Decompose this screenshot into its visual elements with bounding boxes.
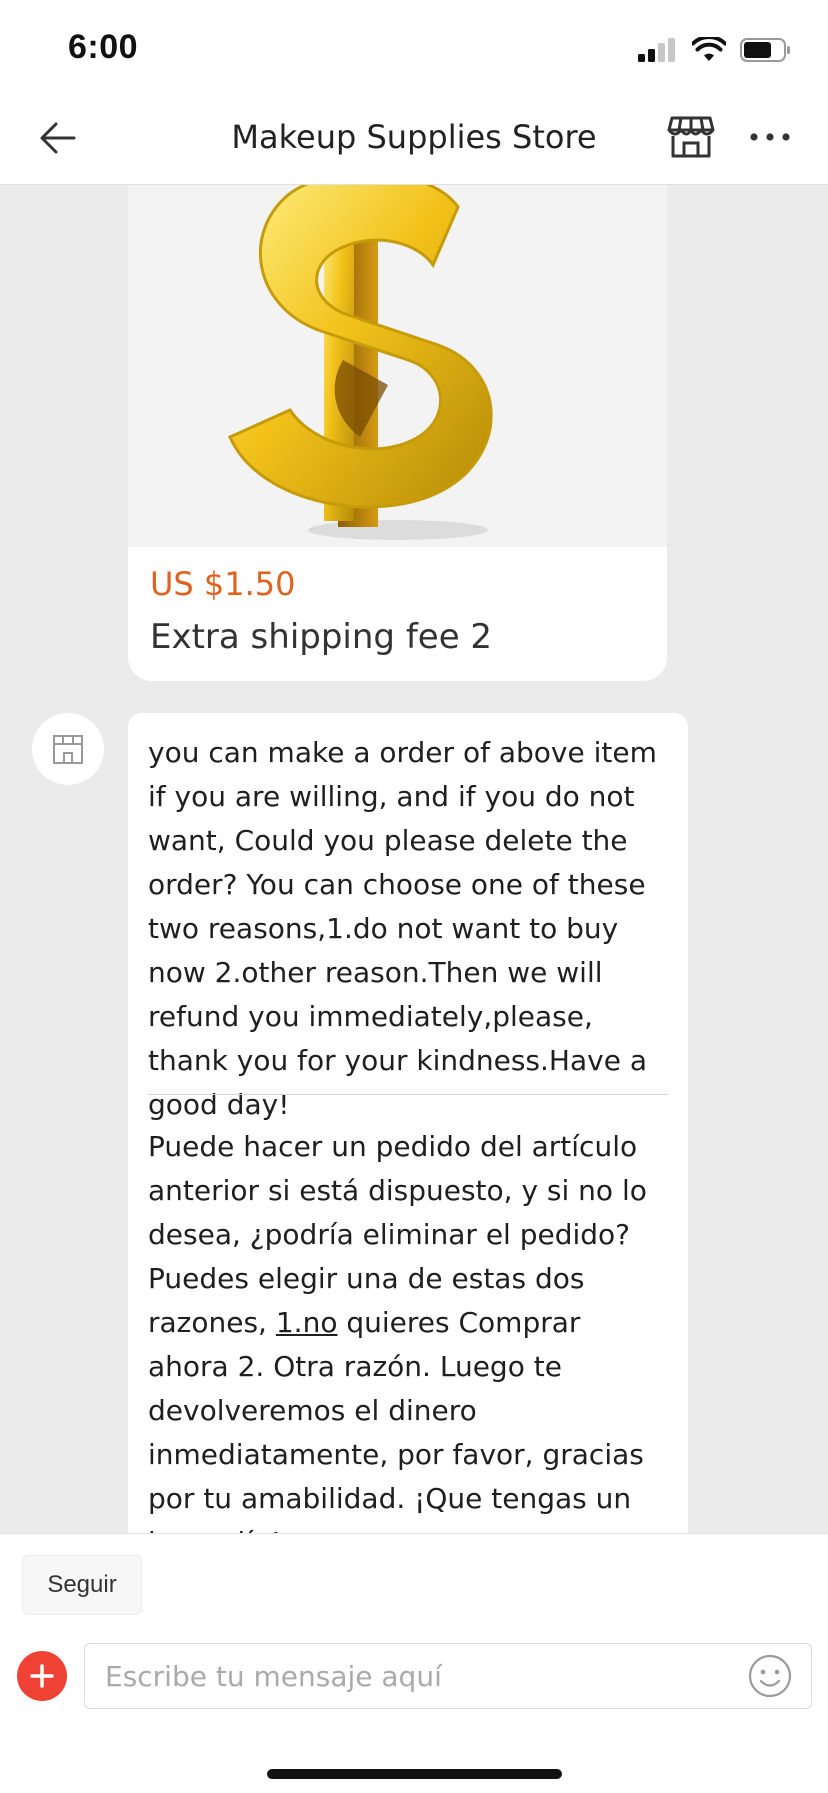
dollar-sign-image bbox=[228, 185, 493, 540]
wifi-icon bbox=[692, 37, 726, 61]
follow-button[interactable]: Seguir bbox=[22, 1555, 142, 1615]
emoji-icon bbox=[748, 1654, 792, 1698]
spanish-link[interactable]: 1.no bbox=[276, 1306, 338, 1339]
product-title: Extra shipping fee 2 bbox=[150, 617, 493, 657]
store-icon bbox=[667, 116, 715, 158]
status-icons bbox=[638, 36, 792, 64]
status-bar: 6:00 bbox=[0, 0, 828, 92]
product-card[interactable]: US $1.50 Extra shipping fee 2 bbox=[128, 185, 667, 681]
cellular-signal-icon bbox=[638, 38, 675, 62]
add-button[interactable] bbox=[17, 1651, 67, 1701]
message-text-spanish: Puede hacer un pedido del artículo anter… bbox=[148, 1125, 668, 1533]
status-time: 6:00 bbox=[68, 28, 139, 66]
store-button[interactable] bbox=[666, 112, 716, 162]
message-content: you can make a order of above item if yo… bbox=[128, 713, 688, 1533]
battery-icon bbox=[740, 38, 790, 62]
message-text-english: you can make a order of above item if yo… bbox=[148, 736, 657, 1121]
message-input[interactable] bbox=[103, 1644, 727, 1708]
home-indicator bbox=[267, 1769, 562, 1779]
more-icon bbox=[750, 133, 790, 141]
message-input-box[interactable] bbox=[84, 1643, 812, 1709]
plus-icon bbox=[30, 1664, 54, 1688]
store-icon bbox=[53, 735, 83, 764]
more-options-button[interactable] bbox=[748, 122, 792, 152]
product-price: US $1.50 bbox=[150, 565, 296, 603]
emoji-button[interactable] bbox=[747, 1653, 793, 1699]
message-divider bbox=[148, 1094, 668, 1095]
spanish-text-part2: quieres Comprar ahora 2. Otra razón. Lue… bbox=[148, 1306, 644, 1533]
bottom-panel: Seguir bbox=[0, 1533, 828, 1793]
product-image bbox=[128, 185, 667, 547]
nav-bar: Makeup Supplies Store bbox=[0, 92, 828, 185]
seller-avatar[interactable] bbox=[32, 713, 104, 785]
